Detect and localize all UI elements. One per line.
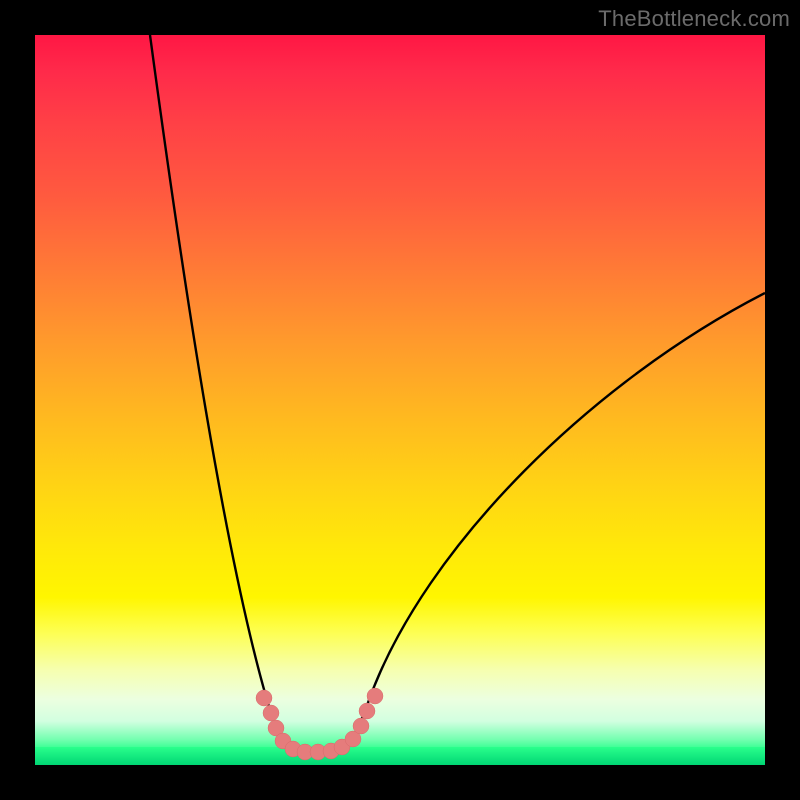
watermark-label: TheBottleneck.com	[598, 6, 790, 32]
plot-area	[35, 35, 765, 765]
marker-cluster	[256, 688, 383, 760]
bottleneck-curve	[35, 35, 765, 765]
chart-frame: TheBottleneck.com	[0, 0, 800, 800]
curve-path	[150, 35, 765, 754]
